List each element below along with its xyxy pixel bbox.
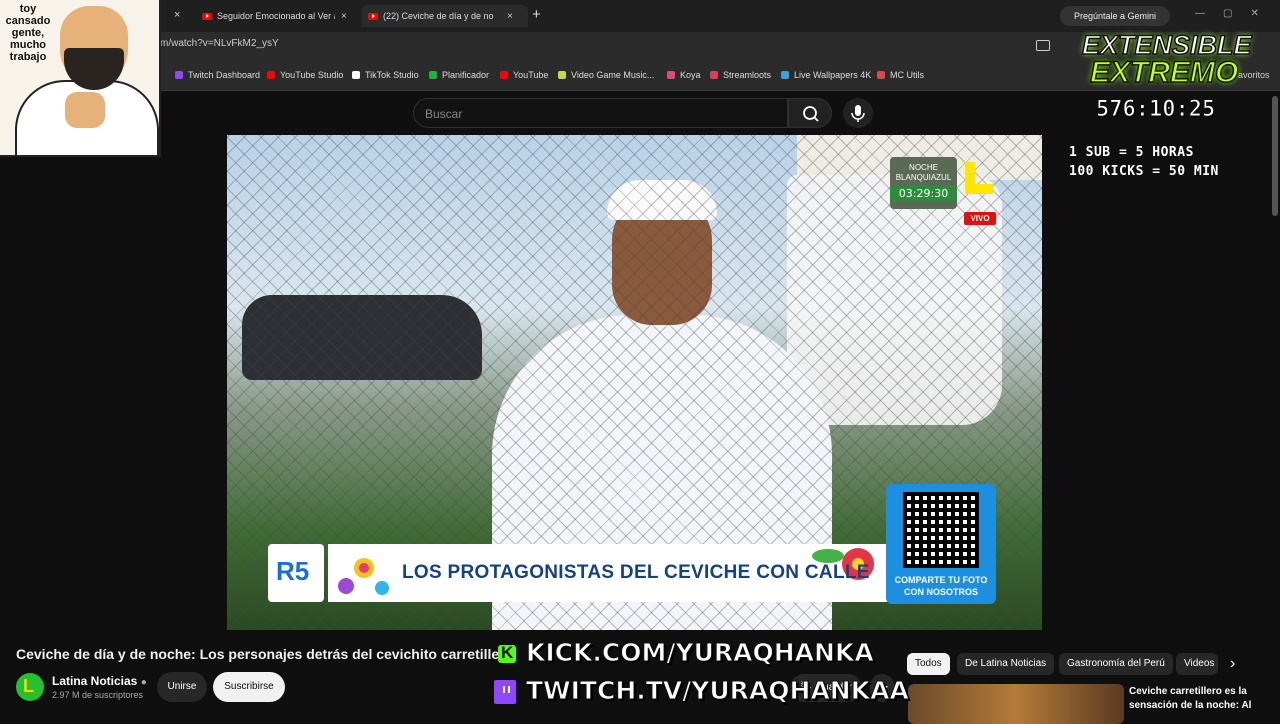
mc-utils-icon [877, 71, 885, 79]
bookmark-live-wallpapers[interactable]: Live Wallpapers 4K [781, 70, 871, 80]
latina-logo [963, 160, 995, 196]
browser-tab-active[interactable]: (22) Ceviche de día y de no × [362, 5, 528, 27]
webcam-caption: toy cansado gente, mucho trabajo [5, 3, 51, 63]
search-icon [803, 106, 819, 122]
lower-third-text: LOS PROTAGONISTAS DEL CEVICHE CON CALLE [402, 562, 870, 583]
microphone-icon [851, 105, 865, 122]
subathon-timer: 576:10:25 [1095, 97, 1216, 123]
verified-icon: ● [140, 677, 147, 688]
koya-icon [667, 71, 675, 79]
url-field[interactable]: m/watch?v=NLvFkM2_ysY [160, 38, 279, 49]
subscribe-button[interactable]: Suscribirse [213, 672, 285, 702]
youtube-icon [267, 71, 275, 79]
bookmark-twitch-dashboard[interactable]: Twitch Dashboard [175, 70, 260, 80]
bookmark-streamloots[interactable]: Streamloots [710, 70, 771, 80]
webcam-overlay: toy cansado gente, mucho trabajo [0, 0, 161, 157]
window-controls[interactable]: —▢✕ [1195, 8, 1277, 19]
subscriber-count: 2.97 M de suscriptores [52, 690, 144, 700]
badge-line2: BLANQUIAZUL [895, 173, 952, 182]
voice-search-button[interactable] [843, 98, 873, 128]
related-video-title[interactable]: Ceviche carretillero es la sensación de … [1129, 685, 1269, 713]
join-button[interactable]: Unirse [157, 672, 207, 702]
kick-link-text: KICK.COM/YURAQHANKA [526, 638, 875, 668]
chip-de-latina-noticias[interactable]: De Latina Noticias [957, 653, 1055, 675]
youtube-icon [368, 12, 378, 20]
twitch-icon [494, 680, 516, 704]
extensible-extremo-logo: EXTENSIBLE EXTREMO [1081, 29, 1252, 90]
badge-line1: NOCHE [909, 163, 938, 172]
channel-avatar[interactable]: L [16, 673, 44, 701]
flower-decoration [338, 558, 389, 595]
related-video-thumbnail[interactable] [908, 684, 1124, 724]
search-button[interactable] [788, 98, 832, 128]
search-input[interactable]: Buscar [413, 98, 788, 128]
bookmark-youtube[interactable]: YouTube [500, 70, 548, 80]
program-badge: NOCHE BLANQUIAZUL 03:29:30 [890, 157, 957, 209]
streamer-hand [65, 92, 105, 128]
kick-icon: K [498, 643, 516, 663]
tab-title: (22) Ceviche de día y de no [383, 11, 494, 21]
cast-icon[interactable] [1036, 40, 1050, 51]
qr-share-panel: COMPARTE TU FOTO CON NOSOTROS [886, 484, 996, 604]
gemini-button[interactable]: Pregúntale a Gemini [1060, 6, 1170, 26]
chip-gastronomia[interactable]: Gastronomía del Perú [1059, 653, 1173, 675]
browser-tab[interactable]: Seguidor Emocionado al Ver a × [196, 5, 352, 27]
youtube-icon [202, 12, 212, 20]
tab-close-icon[interactable]: × [341, 11, 347, 22]
tab-close-icon[interactable]: × [507, 11, 513, 22]
tab-close[interactable]: × [174, 9, 180, 21]
music-icon [558, 71, 566, 79]
twitch-icon [175, 71, 183, 79]
badge-time: 03:29:30 [890, 186, 957, 201]
rule-kicks: 100 KICKS = 50 MIN [1069, 164, 1219, 179]
chevron-right-icon[interactable]: › [1230, 655, 1235, 673]
streamloots-icon [710, 71, 718, 79]
lower-third: R5 LOS PROTAGONISTAS DEL CEVICHE CON CAL… [268, 544, 888, 604]
tiktok-icon [352, 71, 360, 79]
subathon-rules: 1 SUB = 5 HORAS 100 KICKS = 50 MIN [1069, 143, 1219, 181]
bookmark-koya[interactable]: Koya [667, 70, 701, 80]
chip-videos[interactable]: Videos [1176, 653, 1218, 675]
planner-icon [429, 71, 437, 79]
bookmark-planificador[interactable]: Planificador [429, 70, 489, 80]
scrollbar[interactable] [1272, 96, 1278, 216]
channel-name[interactable]: Latina Noticias ● [52, 674, 147, 688]
live-badge: VIVO [964, 212, 996, 225]
chip-todos[interactable]: Todos [907, 653, 950, 675]
bookmark-mc-utils[interactable]: MC Utils [877, 70, 924, 80]
qr-caption: COMPARTE TU FOTO CON NOSOTROS [894, 575, 988, 597]
tab-title: Seguidor Emocionado al Ver a [217, 11, 335, 21]
rule-sub: 1 SUB = 5 HORAS [1069, 145, 1194, 160]
bookmark-tiktok-studio[interactable]: TikTok Studio [352, 70, 419, 80]
search-placeholder: Buscar [425, 107, 463, 121]
video-title: Ceviche de día y de noche: Los personaje… [16, 646, 514, 662]
wallpaper-icon [781, 71, 789, 79]
qr-code [903, 492, 979, 568]
bookmark-video-game-music[interactable]: Video Game Music... [558, 70, 654, 80]
r5-logo: R5 [268, 544, 324, 602]
bookmark-youtube-studio[interactable]: YouTube Studio [267, 70, 343, 80]
new-tab-button[interactable]: + [532, 6, 541, 23]
youtube-icon [500, 71, 508, 79]
twitch-link-text: TWITCH.TV/YURAQHANKAA [526, 676, 910, 706]
